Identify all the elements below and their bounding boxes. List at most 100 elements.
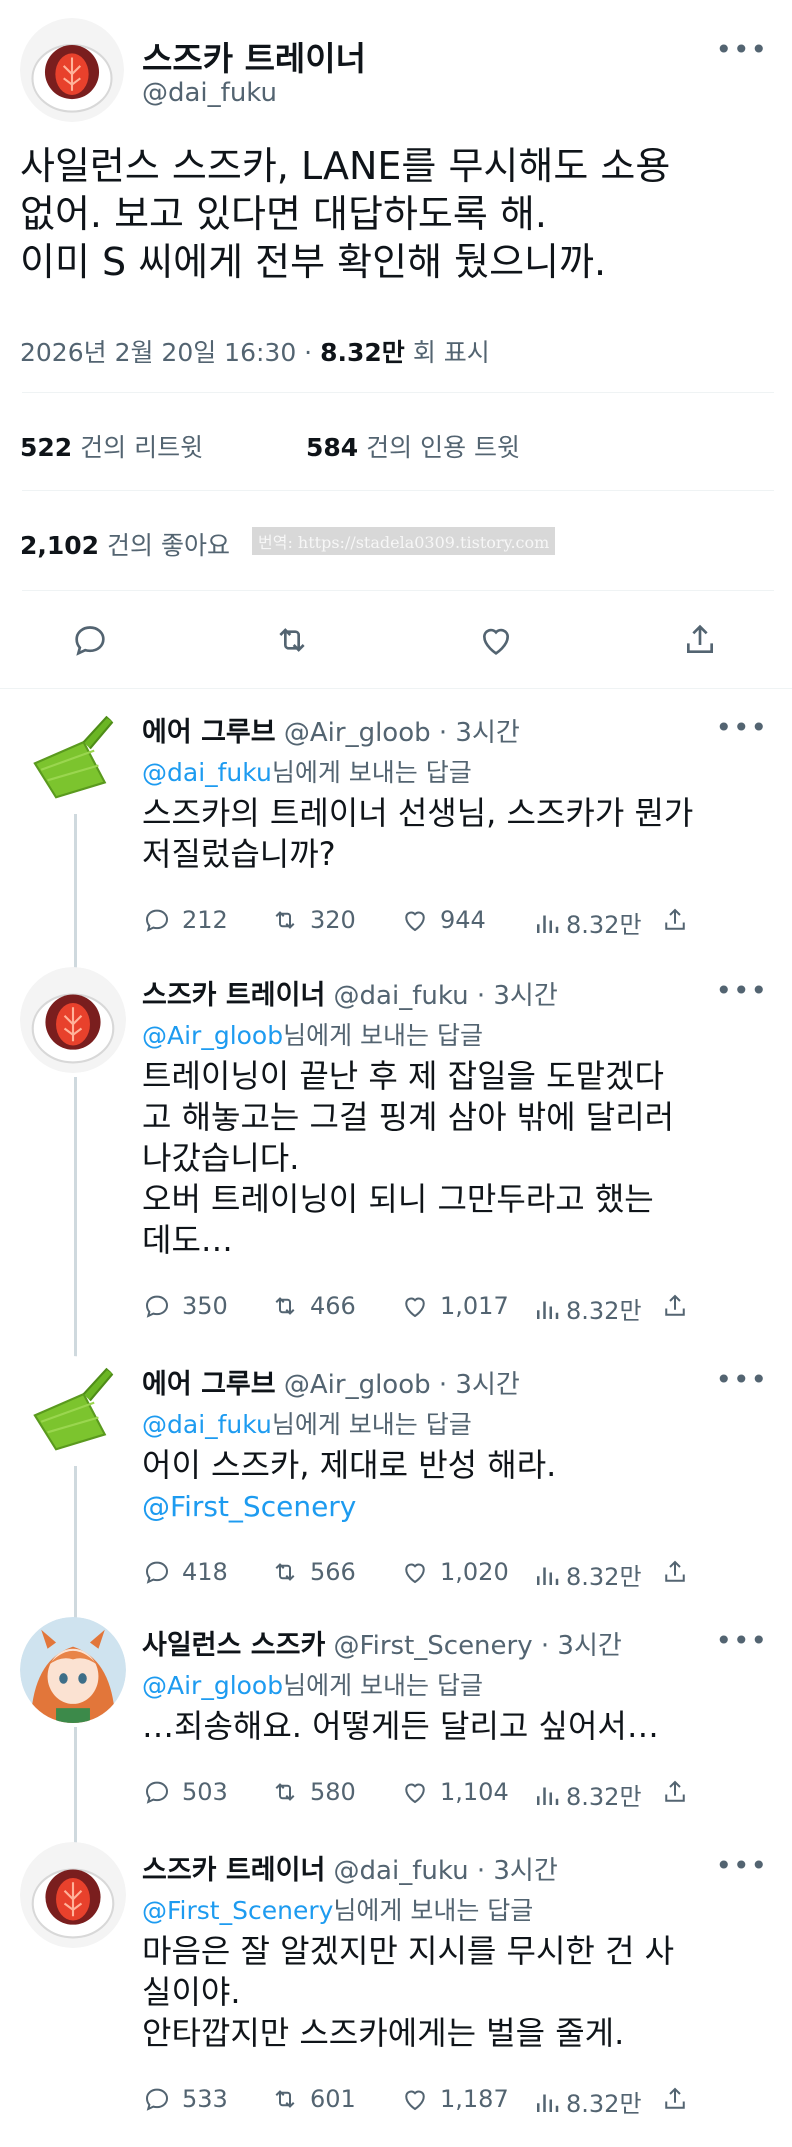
thread-connector (74, 1077, 77, 1358)
dustpan-avatar-icon (20, 1356, 126, 1462)
share-count-button[interactable] (660, 2084, 690, 2114)
views-count-button[interactable]: 8.32만 (532, 905, 642, 940)
reply-author-name[interactable]: 에어 그루브 (142, 717, 276, 748)
reply-text-line: 나갔습니다. (142, 1139, 300, 1177)
views-icon (532, 908, 562, 938)
quotes-count: 584 (306, 433, 359, 462)
reply-to-handle[interactable]: @First_Scenery (142, 1896, 333, 1925)
reply-author-handle[interactable]: @dai_fuku · 3시간 (334, 981, 558, 1011)
daifuku-avatar-icon (20, 18, 124, 122)
reply-avatar[interactable] (20, 967, 126, 1073)
author-handle[interactable]: @dai_fuku (142, 78, 277, 108)
quotes-stat[interactable]: 584 건의 인용 트윗 (306, 428, 520, 464)
retweet-icon (270, 905, 300, 935)
reply-author-handle[interactable]: @dai_fuku · 3시간 (334, 1856, 558, 1886)
reply-count: 212 (182, 906, 228, 934)
like-button[interactable] (476, 620, 516, 664)
reply-count-button[interactable]: 350 (142, 1291, 228, 1321)
reply-button[interactable] (70, 620, 110, 664)
reply-author-name[interactable]: 스즈카 트레이너 (142, 1855, 325, 1886)
more-options-icon[interactable]: ••• (715, 1627, 768, 1655)
reply-count-button[interactable]: 533 (142, 2084, 228, 2114)
reply-avatar[interactable] (20, 704, 126, 810)
more-options-icon[interactable]: ••• (715, 1852, 768, 1880)
views-count-button[interactable]: 8.32만 (532, 2084, 642, 2119)
reply-author-handle[interactable]: @Air_gloob · 3시간 (284, 1370, 520, 1400)
views-count-button[interactable]: 8.32만 (532, 1777, 642, 1812)
reply-text: 스즈카의 트레이너 선생님, 스즈카가 뭔가 저질렀습니까? (142, 793, 693, 875)
retweet-icon (270, 1291, 300, 1321)
reply-mention[interactable]: @First_Scenery (142, 1490, 356, 1523)
reply-text-line: 트레이닝이 끝난 후 제 잡일을 도맡겠다 (142, 1057, 664, 1095)
reply-author-name[interactable]: 사일런스 스즈카 (142, 1630, 325, 1661)
suzuka-avatar-icon (20, 1617, 126, 1723)
views-count-button[interactable]: 8.32만 (532, 1291, 642, 1326)
reply-avatar[interactable] (20, 1356, 126, 1462)
more-options-icon[interactable]: ••• (715, 714, 768, 742)
reply-to-handle[interactable]: @dai_fuku (142, 1410, 272, 1439)
share-count-button[interactable] (660, 1291, 690, 1321)
reply-to-handle[interactable]: @dai_fuku (142, 758, 272, 787)
more-options-icon[interactable]: ••• (715, 36, 768, 64)
reply-avatar[interactable] (20, 1617, 126, 1723)
views-count: 8.32만 (566, 1563, 642, 1591)
like-count-button[interactable]: 1,104 (400, 1777, 509, 1807)
thread-connector (74, 1466, 77, 1619)
views-icon (532, 1560, 562, 1590)
reply-avatar[interactable] (20, 1842, 126, 1948)
reply-count-button[interactable]: 212 (142, 905, 228, 935)
retweet-count: 320 (310, 906, 356, 934)
divider (22, 392, 774, 393)
author-avatar[interactable] (20, 18, 124, 122)
like-count: 1,017 (440, 1292, 509, 1320)
likes-count: 2,102 (20, 531, 100, 560)
likes-stat[interactable]: 2,102 건의 좋아요 (20, 526, 230, 562)
like-count-button[interactable]: 944 (400, 905, 486, 935)
share-count-button[interactable] (660, 1777, 690, 1807)
more-options-icon[interactable]: ••• (715, 977, 768, 1005)
thread-connector (74, 814, 77, 969)
author-name[interactable]: 스즈카 트레이너 (142, 32, 366, 80)
views-count: 8.32만 (566, 2090, 642, 2118)
likes-label: 건의 좋아요 (107, 531, 230, 560)
share-count-button[interactable] (660, 905, 690, 935)
reply-count-button[interactable]: 418 (142, 1557, 228, 1587)
more-options-icon[interactable]: ••• (715, 1366, 768, 1394)
reply-header: 에어 그루브 @Air_gloob · 3시간 (142, 1362, 520, 1401)
translation-watermark: 번역: https://stadela0309.tistory.com (252, 527, 556, 555)
share-button[interactable] (680, 620, 720, 664)
reply-count-button[interactable]: 503 (142, 1777, 228, 1807)
retweet-button[interactable] (272, 620, 312, 664)
reply-text-line: …죄송해요. 어떻게든 달리고 싶어서… (142, 1707, 659, 1745)
reply-header: 스즈카 트레이너 @dai_fuku · 3시간 (142, 1848, 558, 1887)
reply-author-name[interactable]: 에어 그루브 (142, 1369, 276, 1400)
share-icon (660, 1777, 690, 1807)
heart-icon (400, 1777, 430, 1807)
retweet-count-button[interactable]: 466 (270, 1291, 356, 1321)
reply-to-handle[interactable]: @Air_gloob (142, 1021, 283, 1050)
retweets-stat[interactable]: 522 건의 리트윗 (20, 428, 203, 464)
reply-context: @First_Scenery님에게 보내는 답글 (142, 1891, 533, 1927)
retweet-count-button[interactable]: 580 (270, 1777, 356, 1807)
share-count-button[interactable] (660, 1557, 690, 1587)
reply-author-name[interactable]: 스즈카 트레이너 (142, 980, 325, 1011)
reply-to-handle[interactable]: @Air_gloob (142, 1671, 283, 1700)
retweet-count-button[interactable]: 320 (270, 905, 356, 935)
retweet-count: 580 (310, 1778, 356, 1806)
like-count-button[interactable]: 1,017 (400, 1291, 509, 1321)
like-count-button[interactable]: 1,020 (400, 1557, 509, 1587)
retweet-count-button[interactable]: 601 (270, 2084, 356, 2114)
divider (0, 688, 792, 689)
reply-author-handle[interactable]: @Air_gloob · 3시간 (284, 718, 520, 748)
reply-icon (142, 1291, 172, 1321)
reply-text-line: 데도… (142, 1221, 233, 1259)
views-count-button[interactable]: 8.32만 (532, 1557, 642, 1592)
reply-text-line: 스즈카의 트레이너 선생님, 스즈카가 뭔가 (142, 794, 694, 832)
tweet-date[interactable]: 2026년 2월 20일 16:30 · (20, 333, 312, 369)
reply-author-handle[interactable]: @First_Scenery · 3시간 (334, 1631, 622, 1661)
share-icon (660, 1291, 690, 1321)
retweet-count: 601 (310, 2085, 356, 2113)
retweet-count-button[interactable]: 566 (270, 1557, 356, 1587)
views-count: 8.32만 (566, 911, 642, 939)
like-count-button[interactable]: 1,187 (400, 2084, 509, 2114)
